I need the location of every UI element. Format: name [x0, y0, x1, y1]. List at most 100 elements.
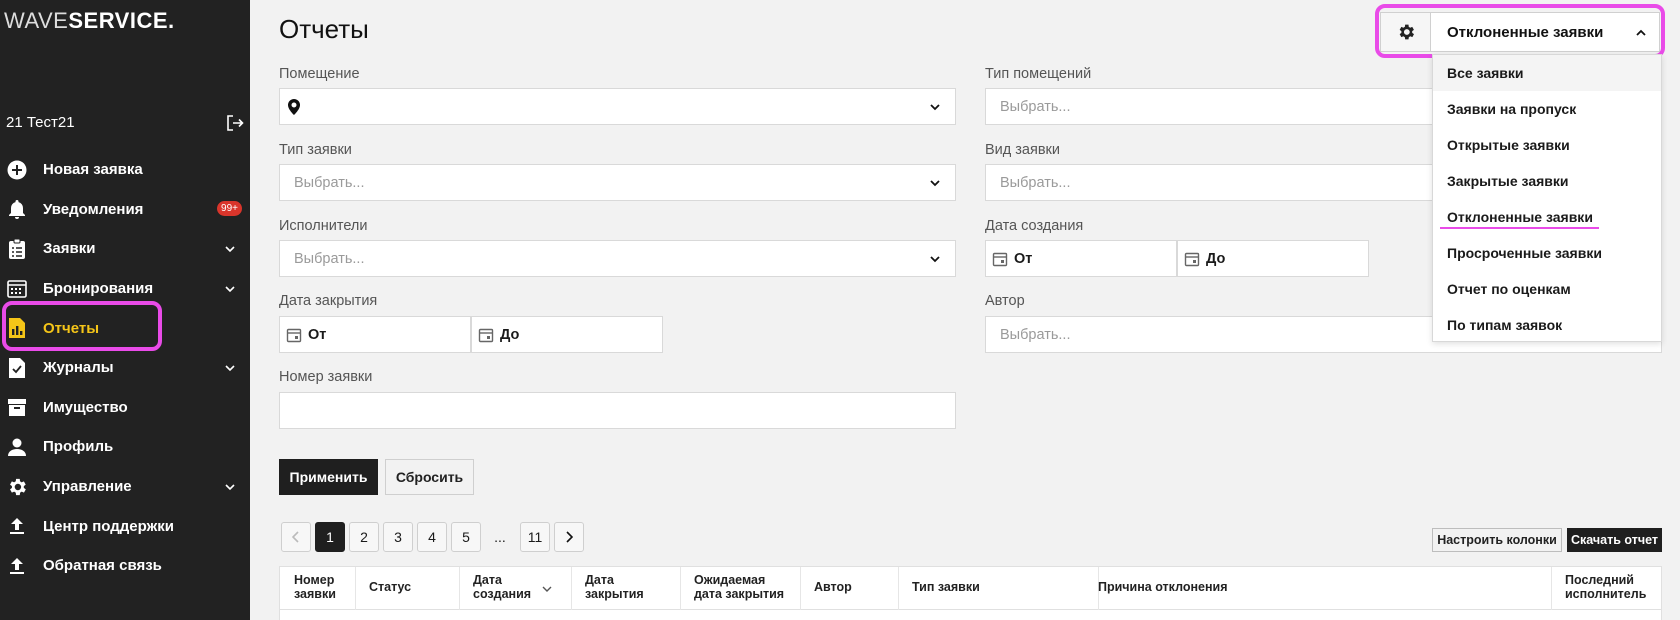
sidebar-item-label: Бронирования [43, 280, 154, 298]
column-divider [355, 567, 356, 611]
pagination-page-1[interactable]: 1 [315, 522, 345, 552]
reset-button[interactable]: Сбросить [385, 459, 474, 495]
column-header-last-executor[interactable]: Последний исполнитель [1565, 573, 1646, 601]
closed-date-label: Дата закрытия [279, 293, 378, 309]
chevron-right-icon [566, 531, 573, 543]
sidebar-item-profile[interactable]: Профиль [0, 427, 250, 467]
pagination-ellipsis: ... [494, 529, 506, 545]
person-icon [6, 436, 28, 458]
column-header-reject-reason[interactable]: Причина отклонения [1098, 580, 1228, 594]
column-divider [800, 567, 801, 611]
user-row: 21 Тест21 [6, 114, 244, 134]
pagination-page-5[interactable]: 5 [451, 522, 481, 552]
closed-to-field[interactable]: До [471, 316, 663, 353]
closed-from-text: От [308, 326, 327, 343]
notification-badge: 99+ [217, 201, 242, 217]
sidebar-item-label: Обратная связь [43, 557, 162, 575]
report-option-rejected[interactable]: Отклоненные заявки [1433, 199, 1661, 235]
upload-icon [6, 555, 28, 577]
column-header-number[interactable]: Номер заявки [294, 573, 336, 601]
request-type-placeholder: Выбрать... [294, 174, 365, 191]
sidebar-item-notifications[interactable]: Уведомления 99+ [0, 190, 250, 230]
chevron-left-icon [292, 531, 299, 543]
closed-from-field[interactable]: От [279, 316, 471, 353]
report-option-by-type[interactable]: По типам заявок [1433, 307, 1661, 343]
executors-placeholder: Выбрать... [294, 250, 365, 267]
report-option-ratings[interactable]: Отчет по оценкам [1433, 271, 1661, 307]
pagination-page-2[interactable]: 2 [349, 522, 379, 552]
sidebar-item-label: Управление [43, 478, 132, 496]
gear-icon [6, 476, 28, 498]
sidebar-item-property[interactable]: Имущество [0, 388, 250, 428]
configure-columns-button[interactable]: Настроить колонки [1432, 528, 1562, 552]
clipboard-icon [6, 238, 28, 260]
sidebar-item-label: Профиль [43, 438, 114, 456]
request-type-select[interactable]: Выбрать... [279, 164, 956, 201]
chevron-down-icon [225, 483, 235, 490]
sidebar-item-feedback[interactable]: Обратная связь [0, 546, 250, 586]
sidebar-nav: Новая заявка Уведомления 99+ Заявки Брон… [0, 150, 250, 586]
pagination-page-11[interactable]: 11 [520, 522, 550, 552]
page-title: Отчеты [279, 14, 369, 44]
report-option-overdue[interactable]: Просроченные заявки [1433, 235, 1661, 271]
report-type-value: Отклоненные заявки [1447, 24, 1604, 41]
report-option-all[interactable]: Все заявки [1433, 55, 1661, 91]
sidebar-item-support[interactable]: Центр поддержки [0, 506, 250, 546]
room-select[interactable] [279, 88, 956, 125]
column-header-author[interactable]: Автор [814, 580, 852, 594]
request-number-label: Номер заявки [279, 369, 373, 385]
chevron-down-icon [930, 255, 940, 262]
chevron-up-icon [1636, 29, 1646, 36]
table-header: Номер заявки Статус Дата создания Дата закр… [279, 566, 1662, 611]
plus-circle-icon [6, 159, 28, 181]
column-divider [571, 567, 572, 611]
report-option-pass[interactable]: Заявки на пропуск [1433, 91, 1661, 127]
sidebar-item-reports[interactable]: Отчеты [0, 308, 250, 348]
report-option-open[interactable]: Открытые заявки [1433, 127, 1661, 163]
pagination-page-3[interactable]: 3 [383, 522, 413, 552]
column-header-expected-close[interactable]: Ожидаемая дата закрытия [694, 573, 784, 601]
created-from-field[interactable]: От [985, 240, 1177, 277]
pagination-prev-button[interactable] [281, 522, 311, 552]
sidebar-item-label: Заявки [43, 240, 96, 258]
chevron-down-icon [930, 103, 940, 110]
table-row [279, 610, 1662, 620]
column-header-status[interactable]: Статус [369, 580, 411, 594]
request-number-input[interactable] [279, 392, 956, 429]
sort-chevron-icon[interactable] [542, 585, 552, 593]
column-divider [680, 567, 681, 611]
pagination-page-4[interactable]: 4 [417, 522, 447, 552]
executors-select[interactable]: Выбрать... [279, 240, 956, 277]
pagination-next-button[interactable] [554, 522, 584, 552]
column-header-created[interactable]: Дата создания [473, 573, 531, 601]
report-settings-button[interactable] [1381, 13, 1431, 51]
sidebar-item-label: Журналы [43, 359, 114, 377]
logout-icon[interactable] [226, 114, 244, 132]
sidebar-item-label: Новая заявка [43, 161, 143, 179]
created-to-field[interactable]: До [1177, 240, 1369, 277]
report-option-closed[interactable]: Закрытые заявки [1433, 163, 1661, 199]
author-placeholder: Выбрать... [1000, 326, 1071, 343]
report-type-dropdown: Все заявки Заявки на пропуск Открытые за… [1432, 54, 1662, 342]
calendar-icon [992, 252, 1008, 266]
calendar-grid-icon [6, 278, 28, 300]
sidebar-item-journals[interactable]: Журналы [0, 348, 250, 388]
sidebar-item-management[interactable]: Управление [0, 467, 250, 507]
column-header-request-type[interactable]: Тип заявки [912, 580, 980, 594]
closed-to-text: До [500, 326, 520, 343]
created-to-text: До [1206, 250, 1226, 267]
download-report-button[interactable]: Скачать отчет [1567, 528, 1662, 552]
chevron-down-icon [225, 365, 235, 371]
calendar-icon [1184, 252, 1200, 266]
sidebar-item-label: Имущество [43, 398, 128, 416]
report-type-select[interactable]: Отклоненные заявки [1380, 12, 1660, 52]
sidebar-item-new-request[interactable]: Новая заявка [0, 150, 250, 190]
sidebar-item-requests[interactable]: Заявки [0, 229, 250, 269]
column-header-closed[interactable]: Дата закрытия [585, 573, 644, 601]
apply-button[interactable]: Применить [279, 459, 378, 495]
gear-icon [1399, 24, 1414, 40]
app-logo: WAVESERVICE. [4, 8, 175, 33]
sidebar-item-bookings[interactable]: Бронирования [0, 269, 250, 309]
request-type-label: Тип заявки [279, 142, 352, 158]
user-name: 21 Тест21 [6, 114, 75, 131]
